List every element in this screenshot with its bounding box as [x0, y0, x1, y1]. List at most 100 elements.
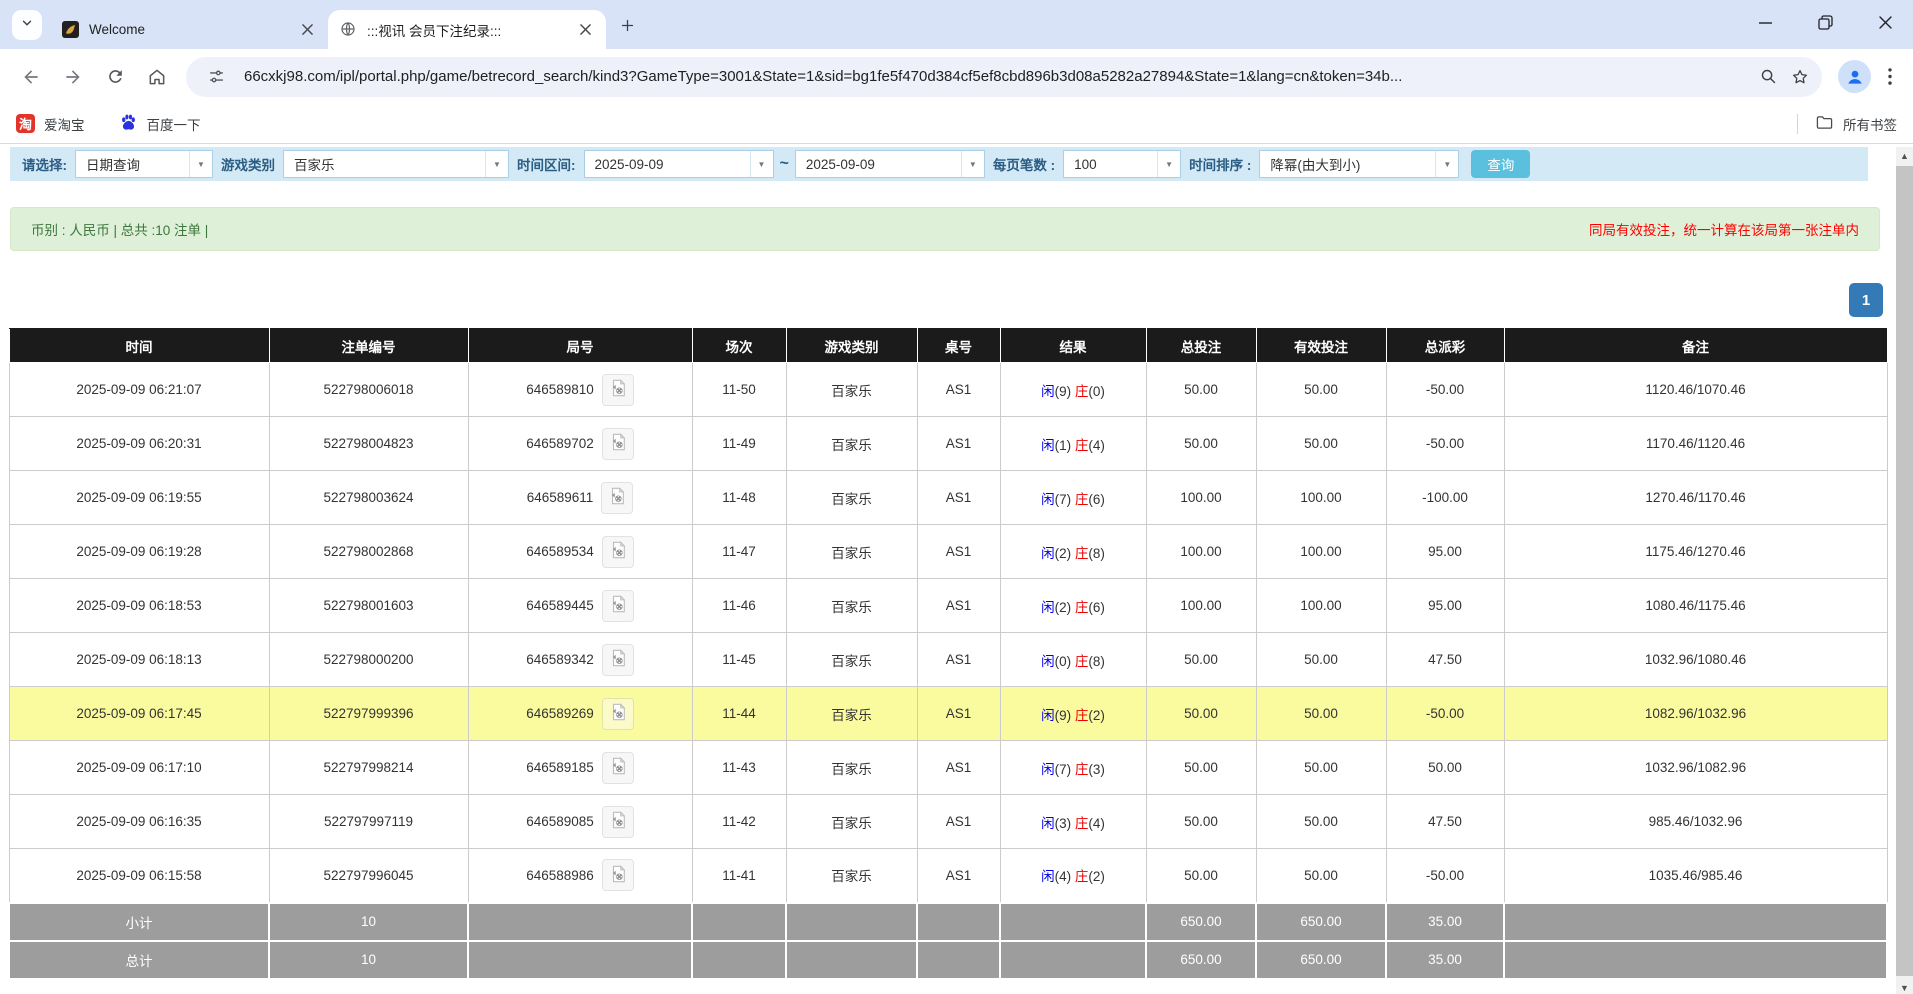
vertical-scrollbar[interactable]: ▲ ▼ [1896, 147, 1913, 994]
table-number-cell: AS1 [917, 741, 1000, 795]
player-result: 闲 [1041, 546, 1055, 561]
video-replay-icon [609, 649, 627, 670]
banker-result: 庄 [1075, 816, 1089, 831]
home-button[interactable] [139, 59, 175, 95]
column-header: 桌号 [917, 329, 1000, 363]
tab-search-button[interactable] [12, 10, 42, 40]
video-replay-button[interactable] [602, 698, 634, 730]
reload-button[interactable] [97, 59, 133, 95]
remark-cell: 985.46/1032.96 [1504, 795, 1887, 849]
column-header: 场次 [692, 329, 786, 363]
all-bookmarks-label: 所有书签 [1843, 114, 1897, 134]
close-window-button[interactable] [1875, 12, 1895, 32]
summary-empty [468, 941, 692, 979]
time-cell: 2025-09-09 06:21:07 [9, 363, 269, 417]
currency-summary-text: 币别 : 人民币 | 总共 :10 注单 | [31, 219, 208, 239]
video-replay-button[interactable] [602, 536, 634, 568]
valid-bet-cell: 50.00 [1256, 417, 1386, 471]
sort-select[interactable]: 降幂(由大到小) ▼ [1259, 150, 1459, 178]
bookmark-star-icon[interactable] [1784, 61, 1816, 93]
round-number: 646589810 [526, 382, 594, 397]
round-number-cell: 646589269 [468, 687, 692, 741]
round-number-cell: 646589185 [468, 741, 692, 795]
column-header: 总投注 [1146, 329, 1256, 363]
video-replay-button[interactable] [602, 374, 634, 406]
scrollbar-thumb[interactable] [1896, 166, 1913, 976]
remark-cell: 1170.46/1120.46 [1504, 417, 1887, 471]
game-type-select[interactable]: 百家乐 ▼ [283, 150, 509, 178]
browser-menu-icon[interactable] [1877, 62, 1903, 92]
banker-result: 庄 [1075, 546, 1089, 561]
valid-bet-cell: 100.00 [1256, 525, 1386, 579]
game-type-cell: 百家乐 [786, 525, 917, 579]
tab-title: Welcome [89, 22, 298, 37]
table-number-cell: AS1 [917, 417, 1000, 471]
session-cell: 11-47 [692, 525, 786, 579]
video-replay-button[interactable] [602, 859, 634, 891]
page-1-button[interactable]: 1 [1849, 283, 1883, 317]
all-bookmarks[interactable]: 所有书签 [1797, 114, 1897, 134]
pagination: 1 [0, 283, 1883, 317]
tab-close-icon[interactable] [298, 21, 316, 39]
video-replay-button[interactable] [601, 482, 633, 514]
bookmark-aitaobao[interactable]: 淘 爱淘宝 [16, 114, 85, 134]
session-cell: 11-44 [692, 687, 786, 741]
player-result: 闲 [1041, 384, 1055, 399]
profile-avatar[interactable] [1838, 60, 1871, 93]
date-from-input[interactable]: 2025-09-09 ▼ [584, 150, 774, 178]
payout-cell: 50.00 [1386, 741, 1504, 795]
forward-button[interactable] [55, 59, 91, 95]
round-number-cell: 646589085 [468, 795, 692, 849]
summary-empty [1504, 903, 1887, 941]
valid-bet-cell: 100.00 [1256, 471, 1386, 525]
chevron-down-icon: ▼ [1157, 151, 1180, 177]
tab-close-icon[interactable] [576, 21, 594, 39]
round-number: 646589185 [526, 760, 594, 775]
remark-cell: 1270.46/1170.46 [1504, 471, 1887, 525]
site-settings-icon[interactable] [200, 61, 232, 93]
address-bar[interactable]: 66cxkj98.com/ipl/portal.php/game/betreco… [186, 57, 1822, 97]
banker-result: 庄 [1075, 654, 1089, 669]
valid-bet-cell: 50.00 [1256, 849, 1386, 903]
query-type-select[interactable]: 日期查询 ▼ [75, 150, 213, 178]
video-replay-button[interactable] [602, 644, 634, 676]
scroll-up-icon[interactable]: ▲ [1896, 147, 1913, 164]
time-cell: 2025-09-09 06:17:45 [9, 687, 269, 741]
bet-number-cell: 522798006018 [269, 363, 468, 417]
summary-total-bet: 650.00 [1146, 941, 1256, 979]
table-number-cell: AS1 [917, 471, 1000, 525]
chevron-down-icon: ▼ [1435, 151, 1458, 177]
round-number: 646589085 [526, 814, 594, 829]
session-cell: 11-43 [692, 741, 786, 795]
scroll-down-icon[interactable]: ▼ [1896, 979, 1913, 994]
video-replay-button[interactable] [602, 428, 634, 460]
video-replay-button[interactable] [602, 806, 634, 838]
minimize-button[interactable] [1755, 12, 1775, 32]
tab-bet-record[interactable]: :::视讯 会员下注纪录::: [328, 10, 606, 49]
summary-empty [468, 903, 692, 941]
player-result: 闲 [1041, 492, 1055, 507]
column-header: 总派彩 [1386, 329, 1504, 363]
per-page-select[interactable]: 100 ▼ [1063, 150, 1181, 178]
total-bet-cell: 100.00 [1146, 471, 1256, 525]
back-button[interactable] [13, 59, 49, 95]
valid-bet-cell: 50.00 [1256, 363, 1386, 417]
payout-cell: 95.00 [1386, 579, 1504, 633]
search-icon[interactable] [1752, 61, 1784, 93]
url-text[interactable]: 66cxkj98.com/ipl/portal.php/game/betreco… [244, 68, 1752, 85]
search-button[interactable]: 查询 [1471, 150, 1530, 178]
session-cell: 11-48 [692, 471, 786, 525]
total-bet-cell: 50.00 [1146, 417, 1256, 471]
video-replay-icon [609, 379, 627, 400]
video-replay-icon [609, 541, 627, 562]
date-to-input[interactable]: 2025-09-09 ▼ [795, 150, 985, 178]
video-replay-button[interactable] [602, 752, 634, 784]
restore-button[interactable] [1815, 12, 1835, 32]
game-type-cell: 百家乐 [786, 417, 917, 471]
bookmark-baidu[interactable]: 百度一下 [119, 113, 201, 135]
tab-welcome[interactable]: Welcome [50, 10, 328, 49]
video-replay-button[interactable] [602, 590, 634, 622]
new-tab-button[interactable] [612, 10, 642, 40]
total-bet-cell: 100.00 [1146, 579, 1256, 633]
round-number-cell: 646589534 [468, 525, 692, 579]
